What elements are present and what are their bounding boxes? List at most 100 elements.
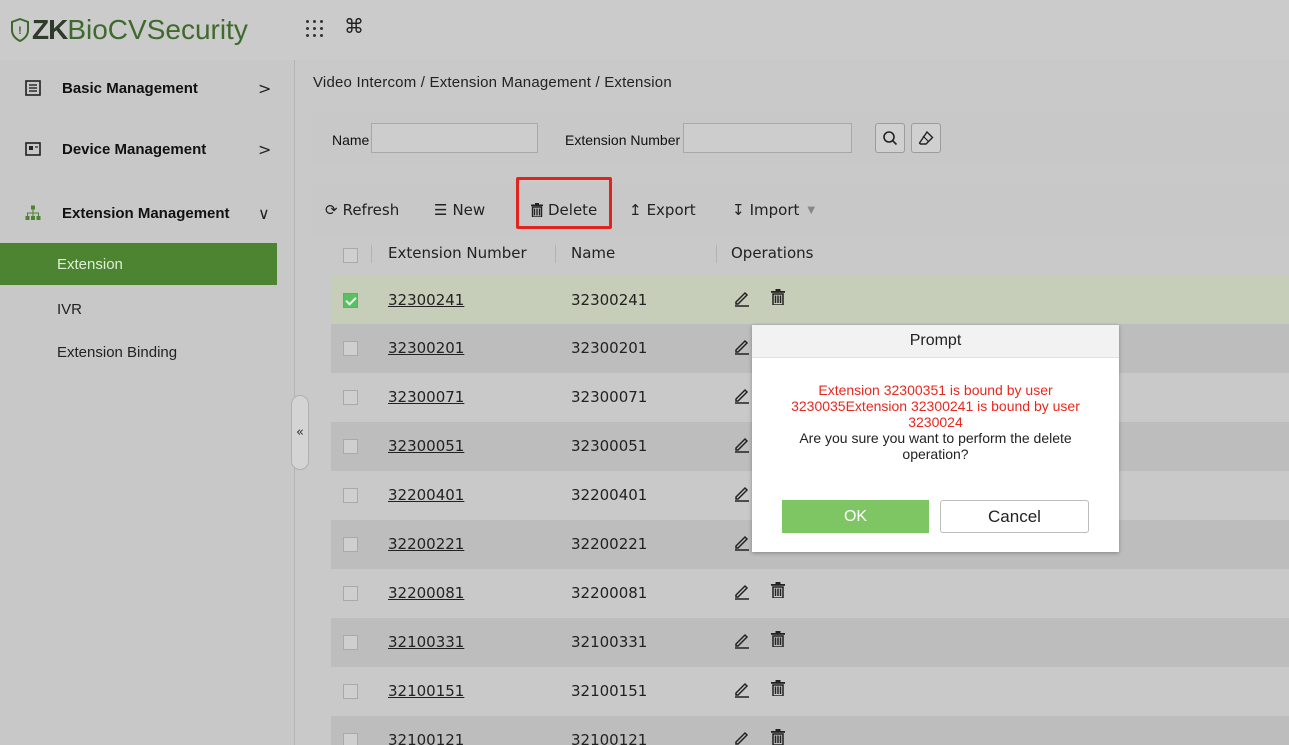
table-header: Extension Number Name Operations <box>331 232 1289 276</box>
logo-name: CVSecurity <box>107 14 248 45</box>
export-button[interactable]: ↥ Export <box>629 201 696 219</box>
edit-icon[interactable] <box>733 729 751 745</box>
column-separator <box>716 245 717 263</box>
column-header-operations: Operations <box>731 244 814 262</box>
menu-label: Device Management <box>62 140 207 158</box>
error-line-3: 3230024 <box>908 414 963 430</box>
caret-down-icon: ▼ <box>807 204 816 216</box>
trash-icon[interactable] <box>771 631 785 647</box>
extension-number-link[interactable]: 32300201 <box>388 339 464 357</box>
app-logo[interactable]: ! ZK Bio CVSecurity <box>10 12 248 48</box>
import-label: Import <box>749 201 800 219</box>
name-cell: 32300241 <box>571 291 648 309</box>
logo-bio: Bio <box>67 14 108 45</box>
trash-icon[interactable] <box>771 729 785 745</box>
table-row[interactable]: 32100151 32100151 <box>331 667 1289 716</box>
export-icon: ↥ <box>629 201 642 219</box>
chevron-down-icon: ∨ <box>258 203 270 223</box>
menu-device-management[interactable]: Device Management > <box>0 121 295 177</box>
extension-number-link[interactable]: 32200081 <box>388 584 464 602</box>
row-checkbox[interactable] <box>343 488 358 503</box>
table-row[interactable]: 32200081 32200081 <box>331 569 1289 618</box>
import-icon: ↧ <box>732 201 745 219</box>
row-checkbox[interactable] <box>343 537 358 552</box>
dialog-message: Extension 32300351 is bound by user 3230… <box>762 382 1109 462</box>
name-cell: 32300071 <box>571 388 648 406</box>
extension-number-link[interactable]: 32100331 <box>388 633 464 651</box>
sidebar-item-ivr[interactable]: IVR <box>0 288 277 330</box>
extension-number-link[interactable]: 32300241 <box>388 291 464 309</box>
name-cell: 32100121 <box>571 731 648 745</box>
extension-number-link[interactable]: 32100151 <box>388 682 464 700</box>
row-checkbox[interactable] <box>343 586 358 601</box>
edit-icon[interactable] <box>733 533 751 551</box>
eraser-icon <box>918 130 934 145</box>
toolbar: ⟳ Refresh ☰ New Delete ↥ Export ↧ Import ▼ <box>313 183 1289 235</box>
edit-icon[interactable] <box>733 582 751 600</box>
error-line-2: 3230035Extension 32300241 is bound by us… <box>791 398 1080 414</box>
table-row[interactable]: 32300241 32300241 <box>331 276 1289 325</box>
ok-button[interactable]: OK <box>782 500 929 533</box>
column-separator <box>371 245 372 263</box>
row-checkbox[interactable] <box>343 439 358 454</box>
name-cell: 32200401 <box>571 486 648 504</box>
menu-extension-management[interactable]: Extension Management ∨ <box>0 185 295 241</box>
table-row[interactable]: 32100331 32100331 <box>331 618 1289 667</box>
column-header-name[interactable]: Name <box>571 244 615 262</box>
cancel-button[interactable]: Cancel <box>940 500 1089 533</box>
logo-prefix: ZK <box>32 14 68 45</box>
row-checkbox[interactable] <box>343 293 358 308</box>
grid-icon[interactable] <box>304 18 326 40</box>
sidebar-item-extension-binding[interactable]: Extension Binding <box>0 331 277 373</box>
extension-number-link[interactable]: 32200401 <box>388 486 464 504</box>
refresh-button[interactable]: ⟳ Refresh <box>325 201 399 219</box>
edit-icon[interactable] <box>733 680 751 698</box>
name-filter-label: Name <box>332 132 370 148</box>
device-icon <box>25 142 41 156</box>
breadcrumb: Video Intercom / Extension Management / … <box>313 74 672 91</box>
sidebar: Basic Management > Device Management > E… <box>0 60 295 745</box>
name-cell: 32300201 <box>571 339 648 357</box>
row-checkbox[interactable] <box>343 341 358 356</box>
row-checkbox[interactable] <box>343 635 358 650</box>
sidebar-collapse-handle[interactable]: « <box>291 395 309 470</box>
search-button[interactable] <box>875 123 905 153</box>
edit-icon[interactable] <box>733 435 751 453</box>
extension-number-filter-input[interactable] <box>683 123 852 153</box>
name-cell: 32100151 <box>571 682 648 700</box>
row-checkbox[interactable] <box>343 390 358 405</box>
select-all-checkbox[interactable] <box>343 248 358 263</box>
column-header-extension-number[interactable]: Extension Number <box>388 244 527 262</box>
trash-icon[interactable] <box>771 680 785 696</box>
refresh-label: Refresh <box>342 201 400 219</box>
name-filter-input[interactable] <box>371 123 538 153</box>
extension-number-link[interactable]: 32200221 <box>388 535 464 553</box>
list-icon <box>25 80 41 96</box>
new-button[interactable]: ☰ New <box>434 201 485 219</box>
new-label: New <box>452 201 486 219</box>
confirm-line-2: operation? <box>902 446 969 462</box>
menu-label: Extension Management <box>62 204 230 222</box>
table-row[interactable]: 32100121 32100121 <box>331 716 1289 745</box>
export-label: Export <box>646 201 696 219</box>
extension-number-link[interactable]: 32300071 <box>388 388 464 406</box>
dialog-title: Prompt <box>752 325 1119 358</box>
chevron-right-icon: > <box>258 78 272 98</box>
edit-icon[interactable] <box>733 484 751 502</box>
refresh-icon: ⟳ <box>325 201 338 219</box>
edit-icon[interactable] <box>733 386 751 404</box>
sidebar-item-extension[interactable]: Extension <box>0 243 277 285</box>
extension-number-link[interactable]: 32300051 <box>388 437 464 455</box>
trash-icon[interactable] <box>771 582 785 598</box>
extension-number-link[interactable]: 32100121 <box>388 731 464 745</box>
trash-icon[interactable] <box>771 289 785 305</box>
row-checkbox[interactable] <box>343 733 358 745</box>
edit-icon[interactable] <box>733 631 751 649</box>
command-icon[interactable]: ⌘ <box>344 14 364 38</box>
import-button[interactable]: ↧ Import ▼ <box>732 201 815 219</box>
edit-icon[interactable] <box>733 289 751 307</box>
menu-basic-management[interactable]: Basic Management > <box>0 60 295 116</box>
row-checkbox[interactable] <box>343 684 358 699</box>
edit-icon[interactable] <box>733 337 751 355</box>
clear-filter-button[interactable] <box>911 123 941 153</box>
